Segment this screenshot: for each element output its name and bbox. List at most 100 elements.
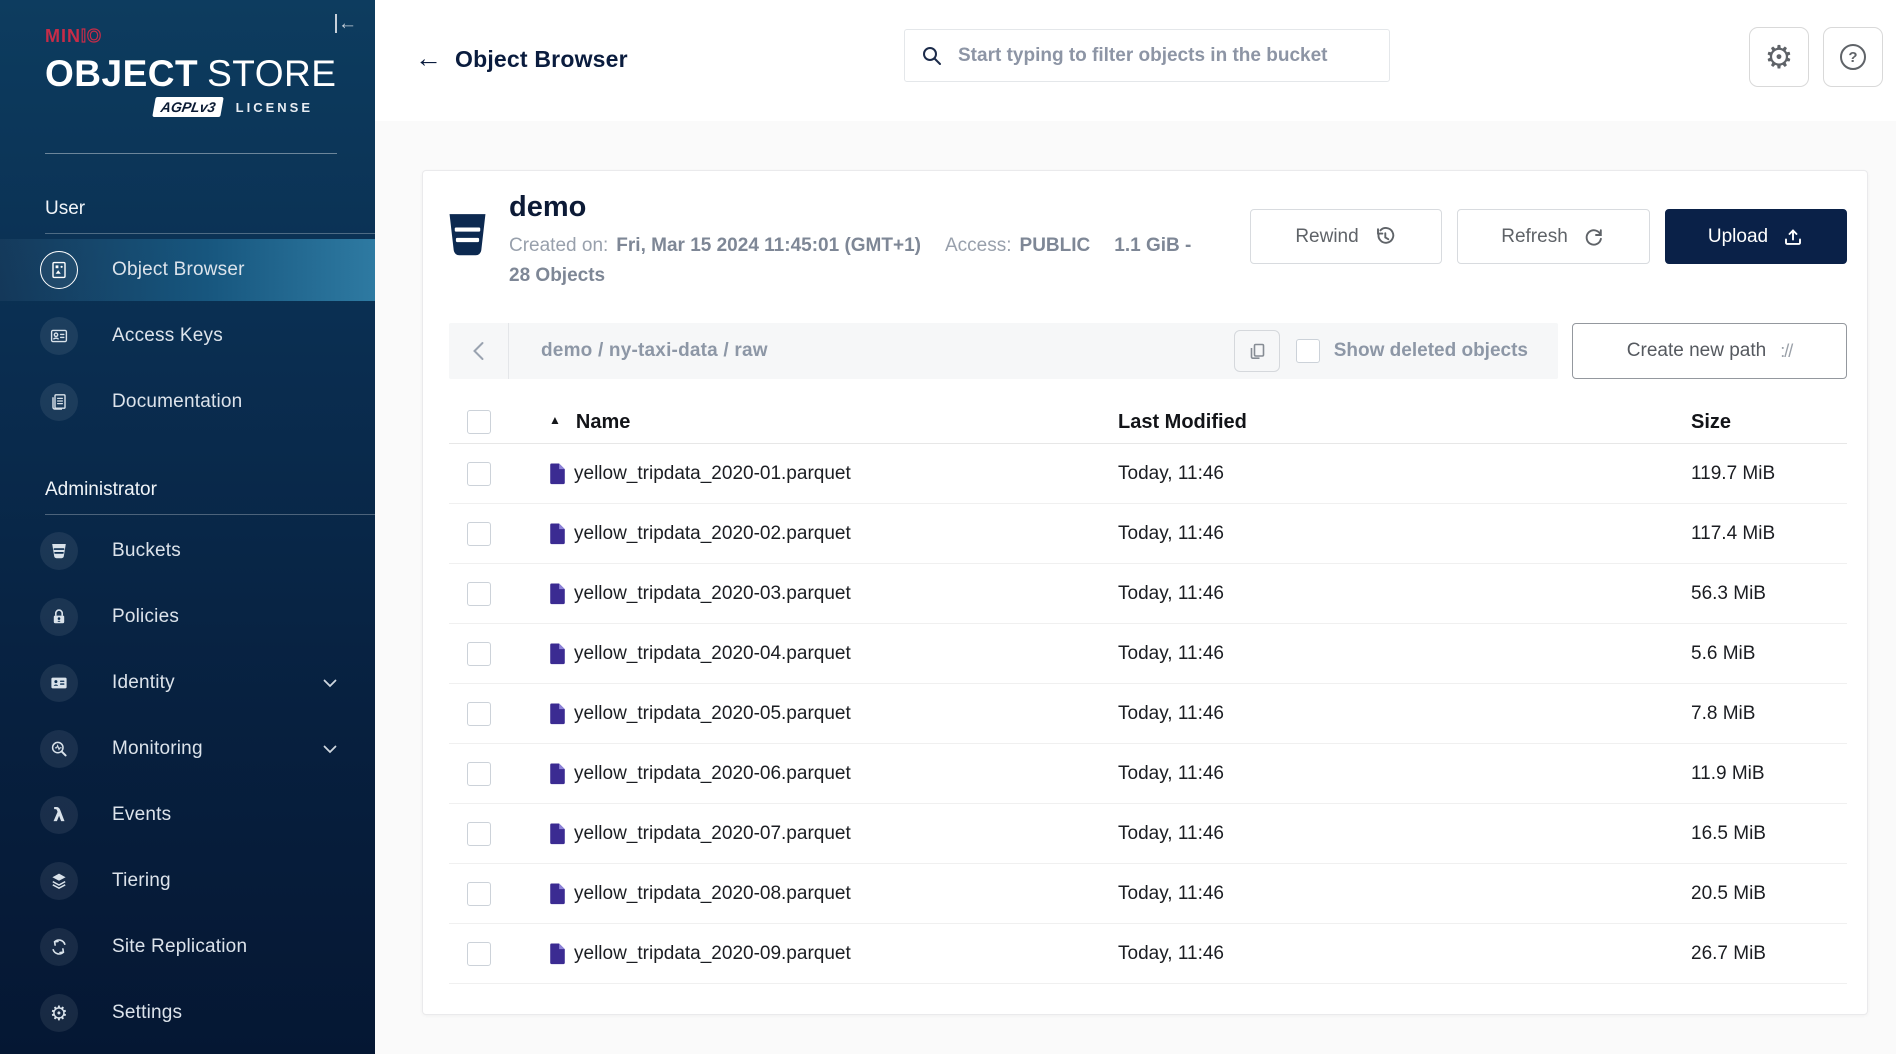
object-modified: Today, 11:46 xyxy=(1118,463,1691,485)
show-deleted-checkbox[interactable] xyxy=(1296,339,1320,363)
sidebar-item-policies[interactable]: Policies xyxy=(0,586,375,648)
file-icon xyxy=(549,463,566,485)
filter-search-box xyxy=(904,29,1390,82)
show-deleted-label: Show deleted objects xyxy=(1334,340,1528,362)
row-checkbox[interactable] xyxy=(467,522,491,546)
breadcrumb[interactable]: demo / ny-taxi-data / raw xyxy=(541,340,768,362)
app-window: ← MINIO OBJECTSTORE AGPLv3 LICENSE User xyxy=(0,0,1896,1054)
help-glyph: ? xyxy=(1848,49,1857,66)
sidebar-item-identity[interactable]: Identity xyxy=(0,652,375,714)
sidebar-item-object-browser[interactable]: Object Browser xyxy=(0,239,375,301)
content-area: demo Created on:Fri, Mar 15 2024 11:45:0… xyxy=(375,121,1896,1054)
path-back-chevron[interactable] xyxy=(449,323,509,379)
created-on-label: Created on: xyxy=(509,235,608,256)
lambda-icon: λ xyxy=(40,796,78,834)
logo-divider xyxy=(45,153,337,154)
bucket-meta: Created on:Fri, Mar 15 2024 11:45:01 (GM… xyxy=(509,231,1215,291)
row-checkbox[interactable] xyxy=(467,822,491,846)
row-checkbox[interactable] xyxy=(467,462,491,486)
object-size: 11.9 MiB xyxy=(1691,763,1847,785)
object-size: 26.7 MiB xyxy=(1691,943,1847,965)
sidebar-collapse-icon[interactable]: ← xyxy=(335,14,357,33)
sidebar-item-settings[interactable]: ⚙ Settings xyxy=(0,982,375,1044)
size-column-header[interactable]: Size xyxy=(1691,411,1847,434)
upload-icon xyxy=(1782,226,1804,248)
sidebar-item-documentation[interactable]: Documentation xyxy=(0,371,375,433)
title-object: OBJECT xyxy=(45,53,198,94)
gear-icon: ⚙ xyxy=(40,994,78,1032)
name-column-header[interactable]: ▲ Name xyxy=(549,411,1118,434)
search-input[interactable] xyxy=(956,44,1373,68)
sidebar-item-label: Site Replication xyxy=(112,936,247,958)
monitoring-magnifier-icon xyxy=(40,730,78,768)
table-row[interactable]: yellow_tripdata_2020-09.parquet Today, 1… xyxy=(449,924,1847,984)
settings-button[interactable]: ⚙ xyxy=(1749,27,1809,87)
sidebar-item-label: Monitoring xyxy=(112,738,203,760)
bucket-browser-card: demo Created on:Fri, Mar 15 2024 11:45:0… xyxy=(422,170,1868,1015)
modified-column-header[interactable]: Last Modified xyxy=(1118,411,1691,434)
table-row[interactable]: yellow_tripdata_2020-08.parquet Today, 1… xyxy=(449,864,1847,924)
sidebar-item-label: Buckets xyxy=(112,540,181,562)
create-new-path-button[interactable]: Create new path :// xyxy=(1572,323,1847,379)
table-row[interactable]: yellow_tripdata_2020-06.parquet Today, 1… xyxy=(449,744,1847,804)
row-checkbox[interactable] xyxy=(467,882,491,906)
sidebar-item-events[interactable]: λ Events xyxy=(0,784,375,846)
show-deleted-toggle[interactable]: Show deleted objects xyxy=(1296,339,1528,363)
minio-wordmark: MINIO xyxy=(45,26,337,47)
file-icon xyxy=(549,643,566,665)
table-row[interactable]: yellow_tripdata_2020-07.parquet Today, 1… xyxy=(449,804,1847,864)
sidebar-item-access-keys[interactable]: Access Keys xyxy=(0,305,375,367)
table-row[interactable]: yellow_tripdata_2020-03.parquet Today, 1… xyxy=(449,564,1847,624)
object-size: 16.5 MiB xyxy=(1691,823,1847,845)
object-name: yellow_tripdata_2020-05.parquet xyxy=(574,703,851,725)
agpl-badge: AGPLv3 xyxy=(152,97,224,117)
search-icon xyxy=(921,45,943,67)
object-modified: Today, 11:46 xyxy=(1118,883,1691,905)
select-all-checkbox[interactable] xyxy=(467,410,491,434)
sidebar-item-label: Object Browser xyxy=(112,259,245,281)
sidebar-item-tiering[interactable]: Tiering xyxy=(0,850,375,912)
table-row[interactable]: yellow_tripdata_2020-01.parquet Today, 1… xyxy=(449,444,1847,504)
chevron-down-icon[interactable] xyxy=(323,745,337,754)
file-icon xyxy=(549,523,566,545)
name-header-label: Name xyxy=(576,411,630,434)
help-button[interactable]: ? xyxy=(1823,27,1883,87)
object-name: yellow_tripdata_2020-01.parquet xyxy=(574,463,851,485)
upload-button[interactable]: Upload xyxy=(1665,209,1847,264)
table-row[interactable]: yellow_tripdata_2020-04.parquet Today, 1… xyxy=(449,624,1847,684)
object-size: 20.5 MiB xyxy=(1691,883,1847,905)
bucket-icon xyxy=(40,532,78,570)
object-store-title: OBJECTSTORE xyxy=(45,55,337,92)
table-row[interactable]: yellow_tripdata_2020-05.parquet Today, 1… xyxy=(449,684,1847,744)
sidebar-item-buckets[interactable]: Buckets xyxy=(0,520,375,582)
object-name: yellow_tripdata_2020-02.parquet xyxy=(574,523,851,545)
sidebar: ← MINIO OBJECTSTORE AGPLv3 LICENSE User xyxy=(0,0,375,1054)
topbar: ← Object Browser ⚙ ? xyxy=(375,0,1896,121)
row-checkbox[interactable] xyxy=(467,762,491,786)
table-row[interactable]: yellow_tripdata_2020-02.parquet Today, 1… xyxy=(449,504,1847,564)
object-name: yellow_tripdata_2020-09.parquet xyxy=(574,943,851,965)
path-slash-icon: :// xyxy=(1780,341,1792,362)
row-checkbox[interactable] xyxy=(467,702,491,726)
section-divider xyxy=(45,514,375,515)
sidebar-item-label: Tiering xyxy=(112,870,171,892)
main-area: ← Object Browser ⚙ ? xyxy=(375,0,1896,1054)
back-arrow-icon[interactable]: ← xyxy=(415,42,442,74)
object-size: 119.7 MiB xyxy=(1691,463,1847,485)
sidebar-item-label: Identity xyxy=(112,672,175,694)
sidebar-item-monitoring[interactable]: Monitoring xyxy=(0,718,375,780)
row-checkbox[interactable] xyxy=(467,582,491,606)
copy-path-button[interactable] xyxy=(1234,330,1280,372)
bucket-icon xyxy=(446,213,489,257)
object-name: yellow_tripdata_2020-04.parquet xyxy=(574,643,851,665)
object-name: yellow_tripdata_2020-06.parquet xyxy=(574,763,851,785)
row-checkbox[interactable] xyxy=(467,942,491,966)
bucket-name: demo xyxy=(509,191,586,224)
access-value: PUBLIC xyxy=(1020,235,1091,256)
chevron-down-icon[interactable] xyxy=(323,679,337,688)
rewind-button[interactable]: Rewind xyxy=(1250,209,1442,264)
refresh-button[interactable]: Refresh xyxy=(1457,209,1650,264)
layers-icon xyxy=(40,862,78,900)
row-checkbox[interactable] xyxy=(467,642,491,666)
sidebar-item-site-replication[interactable]: Site Replication xyxy=(0,916,375,978)
